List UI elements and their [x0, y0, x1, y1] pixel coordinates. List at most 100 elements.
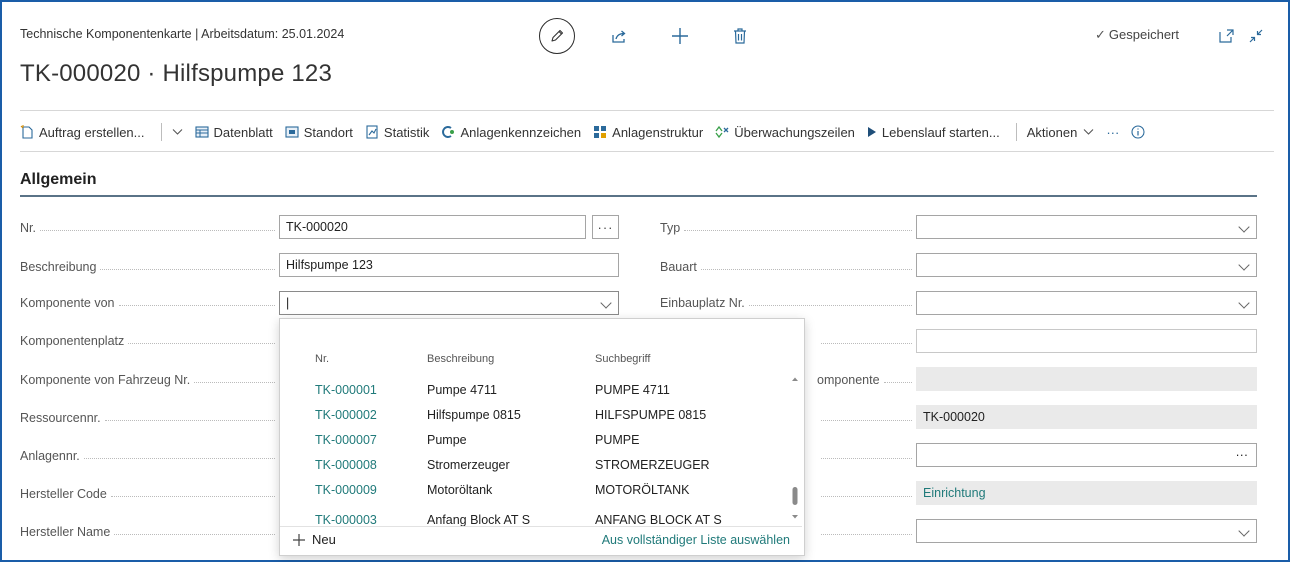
- share-button[interactable]: [608, 26, 630, 46]
- component-no-readonly: TK-000020: [916, 405, 1257, 429]
- play-icon: [867, 127, 876, 137]
- location-label: Standort: [303, 124, 353, 140]
- asset-tag-action[interactable]: Anlagenkennzeichen: [441, 125, 581, 140]
- pencil-icon: [551, 29, 564, 42]
- create-order-action[interactable]: Auftrag erstellen...: [20, 125, 145, 140]
- open-new-window-button[interactable]: [1216, 26, 1236, 46]
- no-assist-button[interactable]: ···: [592, 215, 619, 239]
- share-icon: [612, 30, 626, 43]
- delete-button[interactable]: [729, 26, 751, 46]
- asset-structure-action[interactable]: Anlagenstruktur: [593, 125, 703, 140]
- asset-tag-label: Anlagenkennzeichen: [460, 124, 582, 140]
- field-label-right-6: [817, 409, 912, 427]
- field-label-right-7: [817, 447, 912, 465]
- monitoring-lines-label: Überwachungszeilen: [734, 124, 855, 140]
- description-input[interactable]: Hilfspumpe 123: [279, 253, 619, 277]
- edit-button[interactable]: [539, 18, 575, 54]
- asset-structure-label: Anlagenstruktur: [612, 124, 704, 140]
- new-entry-button[interactable]: Neu: [292, 532, 336, 547]
- field-label-installation-place: Einbauplatz Nr.: [660, 294, 912, 312]
- new-record-button[interactable]: [669, 26, 691, 46]
- lookup-col-description: Beschreibung: [427, 353, 495, 365]
- create-order-label: Auftrag erstellen...: [39, 124, 145, 140]
- field-label-component-place: Komponentenplatz: [20, 332, 275, 350]
- lookup-row[interactable]: TK-000008 Stromerzeuger STROMERZEUGER: [280, 454, 788, 477]
- field-label-right-9: [817, 523, 912, 541]
- monitoring-lines-action[interactable]: Überwachungszeilen: [715, 125, 855, 140]
- field-label-manufacturer-code: Hersteller Code: [20, 485, 275, 503]
- lookup-scrollbar[interactable]: [789, 375, 801, 521]
- component-of-input[interactable]: |: [279, 291, 619, 315]
- field-label-component-of: Komponente von: [20, 294, 275, 312]
- lookup-col-search-term: Suchbegriff: [595, 353, 651, 365]
- no-input[interactable]: TK-000020: [279, 215, 586, 239]
- action-bar: Auftrag erstellen... Datenblatt Standort…: [20, 120, 1157, 144]
- location-action[interactable]: Standort: [285, 125, 353, 140]
- tag-icon: [442, 126, 455, 138]
- monitoring-icon: [715, 125, 729, 139]
- actions-menu-label: Aktionen: [1026, 124, 1078, 140]
- lookup-row[interactable]: TK-000007 Pumpe PUMPE: [280, 429, 788, 452]
- chevron-down-icon: [1238, 259, 1250, 271]
- page-subtitle: Technische Komponentenkarte | Arbeitsdat…: [20, 27, 345, 41]
- new-document-icon: [20, 125, 33, 139]
- chart-icon: [366, 125, 378, 139]
- trash-icon: [734, 28, 746, 44]
- field-label-manufacturer-name: Hersteller Name: [20, 523, 275, 541]
- field-label-design: Bauart: [660, 258, 912, 276]
- field-label-description: Beschreibung: [20, 258, 275, 276]
- toolbar-separator: [160, 123, 162, 141]
- statistics-action[interactable]: Statistik: [365, 124, 430, 140]
- open-in-new-window-icon: [1218, 29, 1234, 43]
- field-label-asset-no: Anlagennr.: [20, 447, 275, 465]
- page-title: TK-000020 · Hilfspumpe 123: [20, 60, 333, 87]
- lookup-row[interactable]: TK-000009 Motoröltank MOTORÖLTANK: [280, 479, 788, 502]
- create-order-dropdown[interactable]: [172, 128, 183, 136]
- setup-readonly: Einrichtung: [916, 481, 1257, 505]
- field-label-resource-no: Ressourcennr.: [20, 409, 275, 427]
- toolbar-separator: [1015, 123, 1017, 141]
- checkmark-icon: ✓: [1095, 27, 1106, 42]
- plus-icon: [293, 533, 305, 546]
- type-select[interactable]: [916, 215, 1257, 239]
- start-lifecycle-action[interactable]: Lebenslauf starten...: [867, 125, 1000, 140]
- collapse-icon: [1249, 29, 1263, 43]
- component-readonly: [916, 367, 1257, 391]
- new-entry-label: Neu: [312, 532, 336, 547]
- lookup-row[interactable]: TK-000002 Hilfspumpe 0815 HILFSPUMPE 0815: [280, 404, 788, 427]
- field-label-right-4: [817, 332, 912, 350]
- save-status: ✓ Gespeichert: [1095, 27, 1179, 43]
- section-title-general: Allgemein: [20, 171, 97, 188]
- save-status-label: Gespeichert: [1108, 27, 1179, 42]
- start-lifecycle-label: Lebenslauf starten...: [881, 124, 1000, 140]
- more-options-button[interactable]: ···: [1106, 125, 1119, 140]
- chevron-down-icon: [1238, 525, 1250, 537]
- field-label-component: omponente: [817, 371, 912, 389]
- chevron-down-icon: [600, 297, 612, 309]
- select-from-full-list-link[interactable]: Aus vollständiger Liste auswählen: [602, 533, 790, 547]
- section-divider: [20, 195, 1257, 197]
- right-field-9-select[interactable]: [916, 519, 1257, 543]
- header-divider: [20, 110, 1274, 111]
- actions-menu[interactable]: Aktionen: [1027, 125, 1095, 140]
- lookup-row[interactable]: TK-000001 Pumpe 4711 PUMPE 4711: [280, 379, 788, 402]
- datasheet-action[interactable]: Datenblatt: [194, 125, 273, 140]
- collapse-button[interactable]: [1246, 26, 1266, 46]
- chevron-down-icon: [1238, 297, 1250, 309]
- more-options-label: ···: [1106, 124, 1120, 140]
- chevron-down-icon: [1083, 129, 1094, 135]
- statistics-label: Statistik: [383, 124, 430, 140]
- design-select[interactable]: [916, 253, 1257, 277]
- field-label-component-of-vehicle: Komponente von Fahrzeug Nr.: [20, 371, 275, 389]
- right-field-7-input[interactable]: ···: [916, 443, 1257, 467]
- datasheet-icon: [194, 126, 209, 138]
- ellipsis-icon: ···: [1235, 448, 1249, 462]
- installation-place-select[interactable]: [916, 291, 1257, 315]
- info-icon: [1131, 125, 1145, 139]
- right-field-4-input[interactable]: [916, 329, 1257, 353]
- app-frame: Technische Komponentenkarte | Arbeitsdat…: [0, 0, 1290, 562]
- structure-icon: [594, 126, 607, 138]
- lookup-footer: Neu Aus vollständiger Liste auswählen: [280, 526, 802, 555]
- info-button[interactable]: [1131, 125, 1145, 139]
- component-of-value: |: [286, 296, 290, 310]
